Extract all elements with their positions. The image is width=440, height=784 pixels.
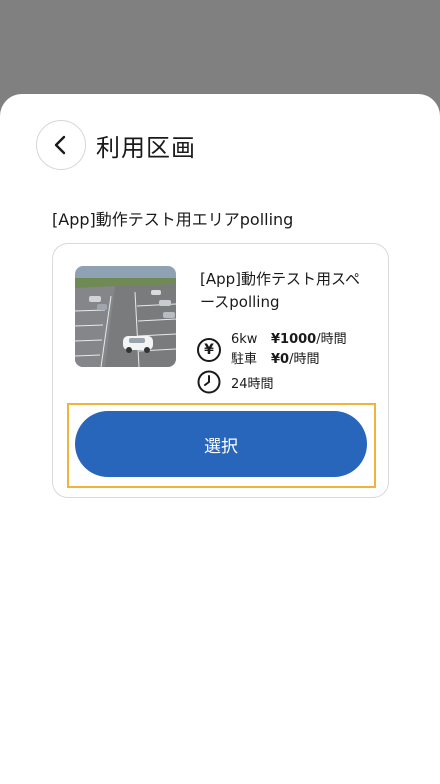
price-row: 6kw ¥1000/時間: [231, 330, 347, 350]
space-card: [App]動作テスト用スペースpolling ¥ 6kw ¥1000/時間 駐車 ¥…: [52, 243, 389, 498]
header: 利用区画: [36, 120, 196, 170]
page-title: 利用区画: [96, 133, 196, 162]
hours-info: 24時間: [197, 370, 274, 394]
hours-text: 24時間: [231, 376, 274, 392]
price-amount: ¥0: [271, 352, 290, 367]
back-button[interactable]: [36, 120, 86, 170]
chevron-left-icon: [54, 135, 66, 155]
yen-icon: ¥: [197, 338, 221, 362]
price-row: 駐車 ¥0/時間: [231, 350, 347, 370]
clock-icon: [197, 370, 221, 394]
price-label: 駐車: [231, 352, 258, 367]
space-name: [App]動作テスト用スペースpolling: [200, 270, 360, 311]
select-button[interactable]: 選択: [75, 411, 367, 477]
price-label: 6kw: [231, 332, 258, 347]
price-list: 6kw ¥1000/時間 駐車 ¥0/時間: [231, 330, 347, 370]
area-name: [App]動作テスト用エリアpolling: [52, 210, 294, 229]
price-unit: /時間: [316, 332, 347, 347]
price-info: ¥ 6kw ¥1000/時間 駐車 ¥0/時間: [197, 330, 347, 370]
parking-lot-photo: [75, 266, 176, 367]
price-amount: ¥1000: [271, 332, 317, 347]
bottom-sheet: 利用区画 [App]動作テスト用エリアpolling [App]動作テスト用スペ…: [0, 94, 440, 784]
price-unit: /時間: [289, 352, 320, 367]
